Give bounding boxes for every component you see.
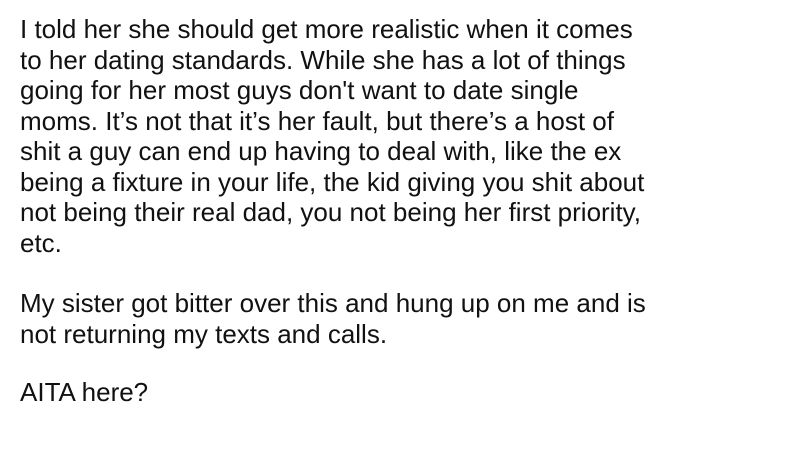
paragraph-line: going for her most guys don't want to da… bbox=[20, 75, 579, 105]
post-body: I told her she should get more realistic… bbox=[20, 14, 790, 408]
paragraph-line: to her dating standards. While she has a… bbox=[20, 44, 626, 75]
question-line: AITA here? bbox=[20, 377, 149, 407]
paragraph-line: being a fixture in your life, the kid gi… bbox=[20, 166, 645, 197]
paragraph-line: not being their real dad, you not being … bbox=[20, 197, 641, 227]
paragraph-3: AITA here? bbox=[20, 377, 790, 408]
paragraph-line: moms. It’s not that it’s her fault, but … bbox=[20, 105, 614, 136]
paragraph-line: etc. bbox=[20, 227, 62, 258]
paragraph-line: not returning my texts and calls. bbox=[20, 318, 388, 349]
paragraph-line: I told her she should get more realistic… bbox=[20, 14, 633, 44]
paragraph-1: I told her she should get more realistic… bbox=[20, 14, 790, 258]
paragraph-2: My sister got bitter over this and hung … bbox=[20, 288, 790, 349]
paragraph-line: My sister got bitter over this and hung … bbox=[20, 288, 646, 318]
paragraph-line: shit a guy can end up having to deal wit… bbox=[20, 136, 622, 166]
